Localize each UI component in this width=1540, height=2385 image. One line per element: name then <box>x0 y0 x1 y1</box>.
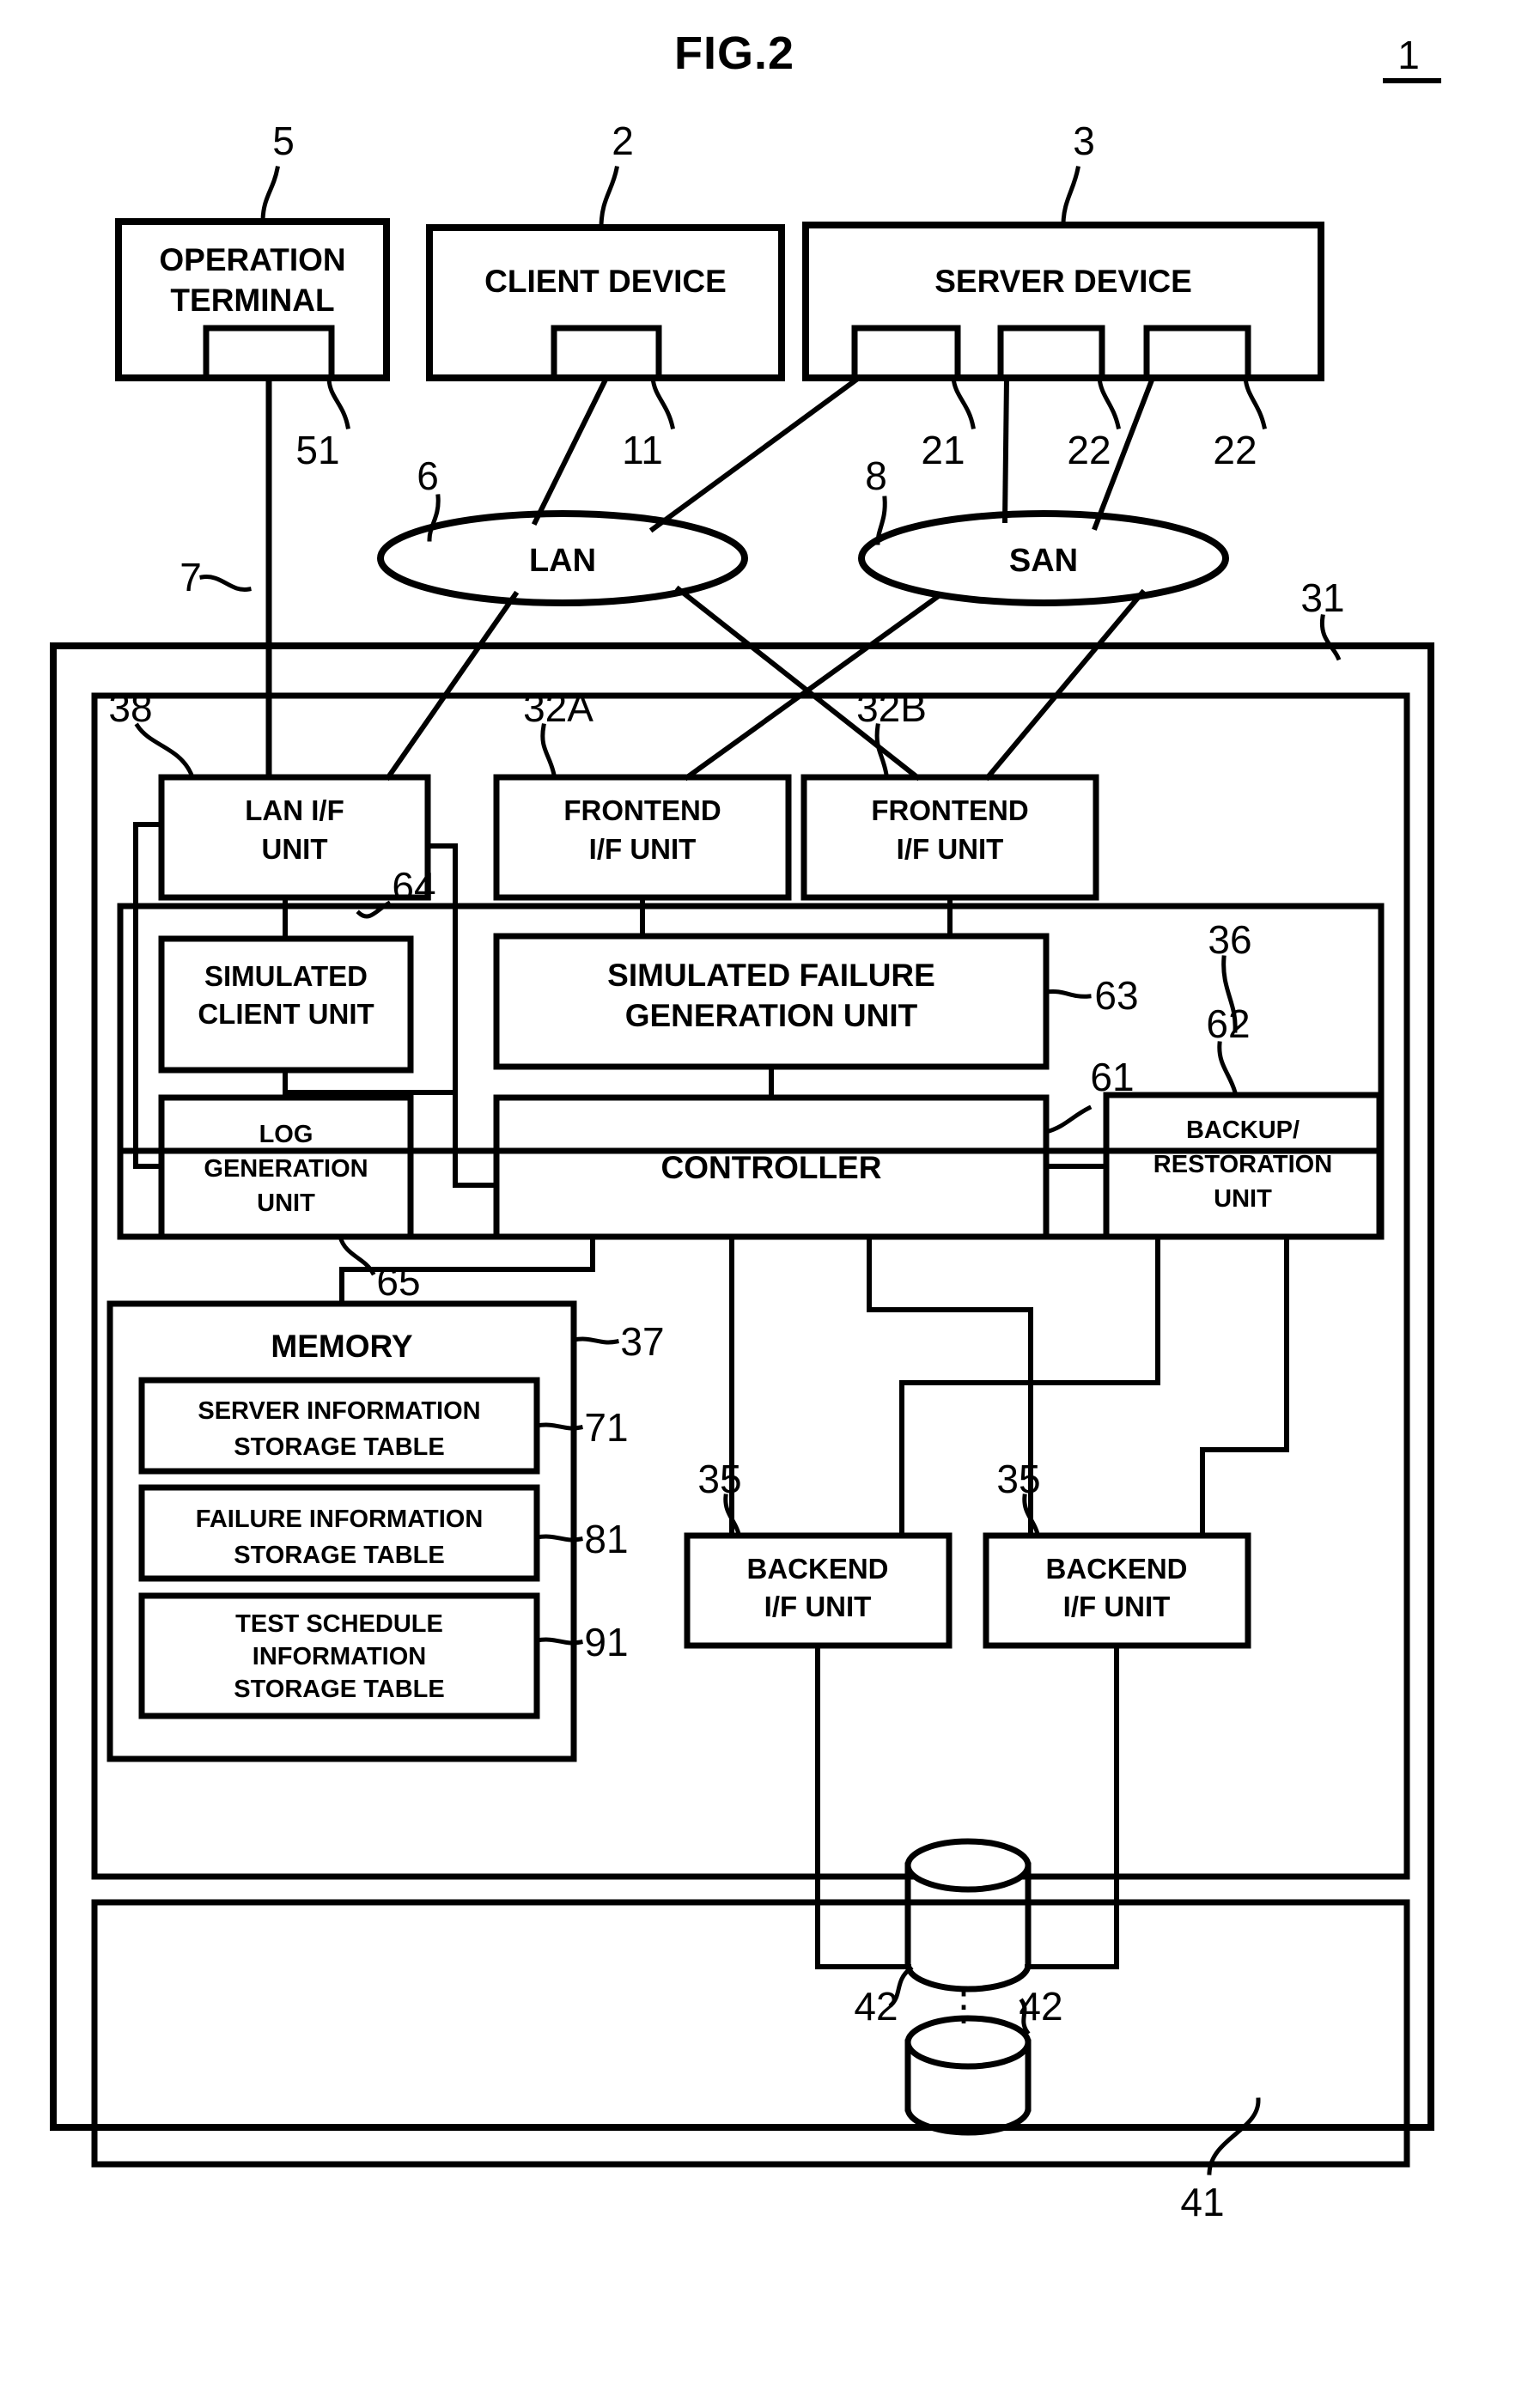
san-label: SAN <box>1009 543 1078 579</box>
server-information-storage-table-line1: SERVER INFORMATION <box>198 1397 480 1425</box>
ref-lan-if-unit: 38 <box>108 685 152 730</box>
frontend-if-unit-a-label-line2: I/F UNIT <box>589 833 697 865</box>
ref-simulated-failure-generation-unit: 63 <box>1094 973 1138 1018</box>
diagram-lines <box>50 78 1441 2175</box>
frontend-if-unit-b-label-line1: FRONTEND <box>871 794 1028 826</box>
failure-information-storage-table-line1: FAILURE INFORMATION <box>196 1506 484 1533</box>
controller-label: CONTROLLER <box>661 1150 882 1185</box>
backup-restoration-unit-label-line2: RESTORATION <box>1153 1151 1332 1178</box>
ref-log-generation-unit: 65 <box>376 1259 420 1304</box>
server-information-storage-table-line2: STORAGE TABLE <box>234 1433 444 1461</box>
ref-san: 8 <box>865 453 887 498</box>
ref-server-information-storage-table: 71 <box>584 1405 628 1450</box>
simulated-client-unit-label-line1: SIMULATED <box>204 960 368 992</box>
failure-information-storage-table-line2: STORAGE TABLE <box>234 1542 444 1569</box>
lan-label: LAN <box>529 543 596 579</box>
simulated-failure-generation-unit-label-line1: SIMULATED FAILURE <box>607 958 935 993</box>
ref-storage-system: 31 <box>1300 575 1344 620</box>
client-device-label: CLIENT DEVICE <box>484 264 727 299</box>
log-generation-unit-label-line2: GENERATION <box>204 1155 368 1183</box>
log-generation-unit-label-line3: UNIT <box>257 1189 315 1217</box>
ref-disk-42-left: 42 <box>854 1984 898 2029</box>
figure-title: FIG.2 <box>674 27 794 79</box>
backup-restoration-unit-label-line3: UNIT <box>1214 1185 1272 1213</box>
ref-disk-enclosure: 41 <box>1180 2180 1224 2224</box>
ref-client-device-port: 11 <box>622 428 663 472</box>
ref-client-device: 2 <box>612 119 634 163</box>
disk-ellipsis: ⋮ <box>944 1984 983 2029</box>
backend-if-unit-1-label-line1: BACKEND <box>747 1553 889 1585</box>
ref-controller: 61 <box>1090 1055 1134 1099</box>
diagram-text: FIG.2 1 5 2 3 OPERATION TERMINAL CLIENT … <box>108 27 1420 2224</box>
frontend-if-unit-a-label-line1: FRONTEND <box>563 794 721 826</box>
ref-backend-if-unit-2: 35 <box>996 1457 1040 1501</box>
ref-frontend-if-unit-a: 32A <box>523 685 593 730</box>
server-device-label: SERVER DEVICE <box>934 264 1192 299</box>
backup-restoration-unit-label-line1: BACKUP/ <box>1186 1116 1300 1144</box>
ref-server-port-22b: 22 <box>1213 428 1257 472</box>
backend-if-unit-1-label-line2: I/F UNIT <box>764 1591 872 1622</box>
ref-backup-restoration-unit: 62 <box>1206 1001 1250 1046</box>
ref-server-device: 3 <box>1073 119 1095 163</box>
test-schedule-information-storage-table-line3: STORAGE TABLE <box>234 1676 444 1703</box>
ref-lan: 6 <box>417 453 439 498</box>
log-generation-unit-label-line1: LOG <box>259 1121 313 1148</box>
operation-terminal-label-line1: OPERATION <box>159 242 345 277</box>
ref-frontend-if-unit-b: 32B <box>856 685 927 730</box>
ref-control-group: 36 <box>1208 917 1251 962</box>
backend-if-unit-2-label-line1: BACKEND <box>1046 1553 1188 1585</box>
ref-terminal-link: 7 <box>180 555 202 599</box>
simulated-client-unit-label-line2: CLIENT UNIT <box>198 998 374 1030</box>
ref-server-port-22a: 22 <box>1067 428 1111 472</box>
test-schedule-information-storage-table-line1: TEST SCHEDULE <box>235 1610 443 1638</box>
ref-operation-terminal-port: 51 <box>295 428 339 472</box>
simulated-failure-generation-unit-label-line2: GENERATION UNIT <box>625 998 918 1033</box>
ref-backend-if-unit-1: 35 <box>697 1457 741 1501</box>
system-ref: 1 <box>1397 33 1420 77</box>
patent-figure-2: FIG.2 1 5 2 3 OPERATION TERMINAL CLIENT … <box>0 0 1540 2385</box>
test-schedule-information-storage-table-line2: INFORMATION <box>253 1643 426 1670</box>
operation-terminal-label-line2: TERMINAL <box>170 283 334 318</box>
ref-server-port-21: 21 <box>921 428 965 472</box>
lan-if-unit-label-line1: LAN I/F <box>245 794 344 826</box>
ref-failure-information-storage-table: 81 <box>584 1517 628 1561</box>
ref-operation-terminal: 5 <box>272 119 295 163</box>
frontend-if-unit-b-label-line2: I/F UNIT <box>897 833 1004 865</box>
ref-memory: 37 <box>620 1319 664 1364</box>
backend-if-unit-2-label-line2: I/F UNIT <box>1063 1591 1171 1622</box>
lan-if-unit-label-line2: UNIT <box>262 833 328 865</box>
ref-test-schedule-information-storage-table: 91 <box>584 1620 628 1664</box>
memory-title: MEMORY <box>271 1329 412 1364</box>
ref-disk-42-right: 42 <box>1019 1984 1062 2029</box>
ref-simulated-client-unit: 64 <box>392 864 435 909</box>
